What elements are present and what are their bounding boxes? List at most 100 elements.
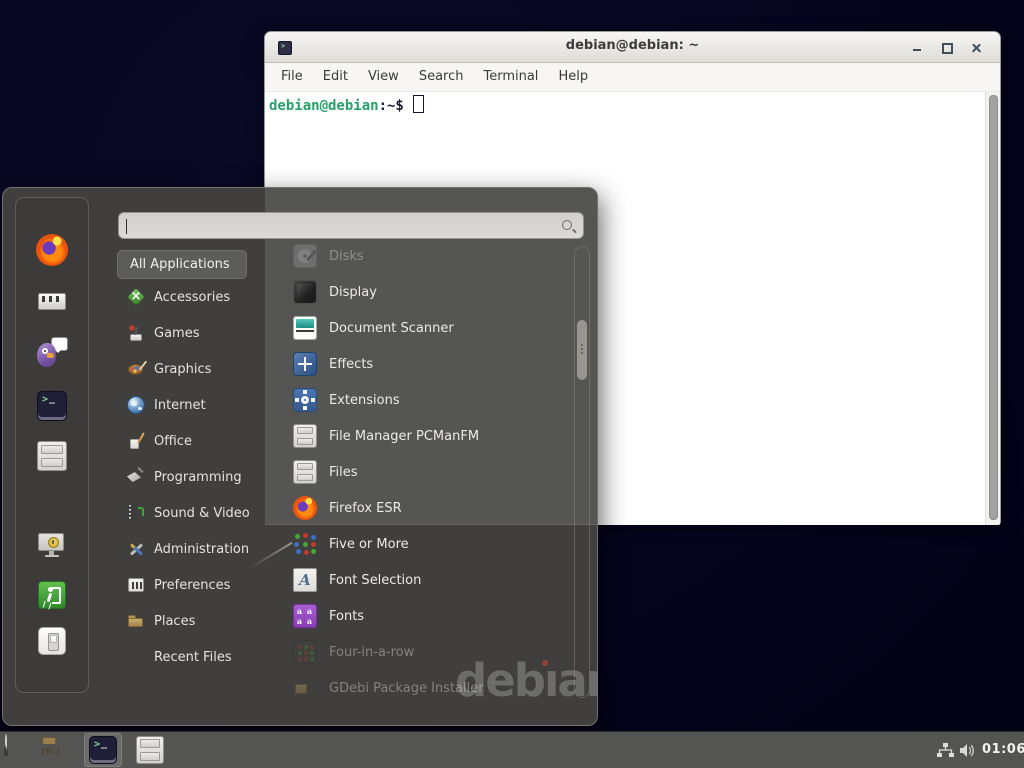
category-places[interactable]: Places: [117, 603, 271, 639]
five-or-more-icon: [293, 532, 317, 556]
window-controls: [902, 36, 992, 58]
app-label: Firefox ESR: [329, 501, 402, 516]
internet-icon: [127, 396, 145, 414]
text-caret: [126, 219, 127, 234]
menu-search[interactable]: Search: [409, 63, 474, 91]
volume-tray-icon[interactable]: [959, 743, 976, 762]
category-preferences[interactable]: Preferences: [117, 567, 271, 603]
category-administration[interactable]: Administration: [117, 531, 271, 567]
applications-menu: debıan All Applications Accessories Game…: [2, 187, 598, 726]
app-four-in-a-row[interactable]: Four-in-a-row: [283, 634, 571, 670]
logout-icon: [38, 581, 66, 609]
app-label: Five or More: [329, 537, 409, 552]
terminal-titlebar[interactable]: debian@debian: ~: [265, 32, 1000, 63]
app-label: Extensions: [329, 393, 400, 408]
document-scanner-icon: [293, 316, 317, 340]
app-label: File Manager PCManFM: [329, 429, 479, 444]
menu-button[interactable]: [5, 735, 7, 754]
category-label: Office: [154, 434, 192, 449]
menu-help[interactable]: Help: [548, 63, 598, 91]
app-label: Display: [329, 285, 377, 300]
menu-file[interactable]: File: [271, 63, 313, 91]
close-button[interactable]: [962, 36, 992, 58]
category-office[interactable]: Office: [117, 423, 271, 459]
app-font-selection[interactable]: Font Selection: [283, 562, 571, 598]
preferences-icon: [127, 576, 145, 594]
file-cabinet-icon: [136, 736, 164, 764]
favorite-firefox[interactable]: [35, 233, 69, 267]
app-file-manager-pcmanfm[interactable]: File Manager PCManFM: [283, 418, 571, 454]
category-sound-video[interactable]: Sound & Video: [117, 495, 271, 531]
app-label: Four-in-a-row: [329, 645, 414, 660]
menu-edit[interactable]: Edit: [313, 63, 358, 91]
category-label: Games: [154, 326, 199, 341]
app-gdebi-package-installer[interactable]: GDebi Package Installer: [283, 670, 571, 698]
category-label: Sound & Video: [154, 506, 250, 521]
category-label: Administration: [154, 542, 249, 557]
category-graphics[interactable]: Graphics: [117, 351, 271, 387]
app-display[interactable]: Display: [283, 274, 571, 310]
file-cabinet-icon: [293, 460, 317, 484]
category-programming[interactable]: Programming: [117, 459, 271, 495]
favorite-files[interactable]: [35, 439, 69, 473]
taskbar-files-launcher[interactable]: [136, 736, 164, 768]
administration-icon: [127, 540, 145, 558]
sound-video-icon: [127, 504, 145, 522]
places-icon: [127, 612, 145, 630]
category-list: Accessories Games Graphics Internet Offi…: [117, 279, 271, 675]
terminal-icon: [89, 736, 117, 764]
app-five-or-more[interactable]: Five or More: [283, 526, 571, 562]
favorite-logout[interactable]: [35, 578, 69, 612]
app-firefox-esr[interactable]: Firefox ESR: [283, 490, 571, 526]
terminal-scrollbar[interactable]: [985, 92, 1000, 525]
app-label: Files: [329, 465, 358, 480]
app-effects[interactable]: Effects: [283, 346, 571, 382]
favorite-lock-screen[interactable]: [35, 528, 69, 562]
firefox-icon: [36, 234, 68, 266]
graphics-icon: [127, 360, 145, 378]
menu-scrollbar-thumb[interactable]: [577, 320, 587, 380]
app-extensions[interactable]: Extensions: [283, 382, 571, 418]
favorite-mixer[interactable]: [35, 284, 69, 318]
app-label: Effects: [329, 357, 373, 372]
shell-prompt: debian@debian:~$: [269, 95, 424, 114]
gdebi-icon: [293, 676, 317, 698]
favorite-terminal[interactable]: [35, 389, 69, 423]
app-files[interactable]: Files: [283, 454, 571, 490]
app-document-scanner[interactable]: Document Scanner: [283, 310, 571, 346]
menu-scrollbar-track[interactable]: [574, 246, 590, 698]
terminal-icon: [37, 391, 67, 421]
menu-view[interactable]: View: [358, 63, 409, 91]
shutdown-icon: [38, 627, 66, 655]
application-list: Disks Display Document Scanner Effects E…: [283, 238, 571, 698]
category-accessories[interactable]: Accessories: [117, 279, 271, 315]
category-recent-files[interactable]: Recent Files: [117, 639, 271, 675]
display-icon: [293, 280, 317, 304]
network-tray-icon[interactable]: [937, 743, 954, 762]
favorites-panel: [15, 197, 89, 693]
desktop: debian@debian: ~ File Edit View Search T…: [0, 0, 1024, 768]
font-selection-icon: [293, 568, 317, 592]
terminal-cursor: [413, 95, 424, 113]
category-internet[interactable]: Internet: [117, 387, 271, 423]
category-games[interactable]: Games: [117, 315, 271, 351]
favorite-pidgin[interactable]: [35, 336, 69, 370]
accessories-icon: [127, 288, 145, 306]
maximize-button[interactable]: [932, 36, 962, 58]
programming-icon: [127, 468, 145, 486]
taskbar-terminal-active[interactable]: [84, 733, 122, 767]
clock[interactable]: 01:06: [982, 742, 1024, 757]
app-disks[interactable]: Disks: [283, 238, 571, 274]
terminal-scrollbar-thumb[interactable]: [989, 95, 998, 520]
fonts-icon: [293, 604, 317, 628]
favorite-shutdown[interactable]: [35, 624, 69, 658]
menu-terminal[interactable]: Terminal: [473, 63, 548, 91]
games-icon: [127, 324, 145, 342]
minimize-button[interactable]: [902, 36, 932, 58]
all-applications-button[interactable]: All Applications: [117, 250, 247, 279]
search-input[interactable]: [119, 213, 583, 238]
spacer: [127, 648, 145, 666]
search-icon: [561, 219, 576, 234]
app-fonts[interactable]: Fonts: [283, 598, 571, 634]
category-label: Internet: [154, 398, 206, 413]
